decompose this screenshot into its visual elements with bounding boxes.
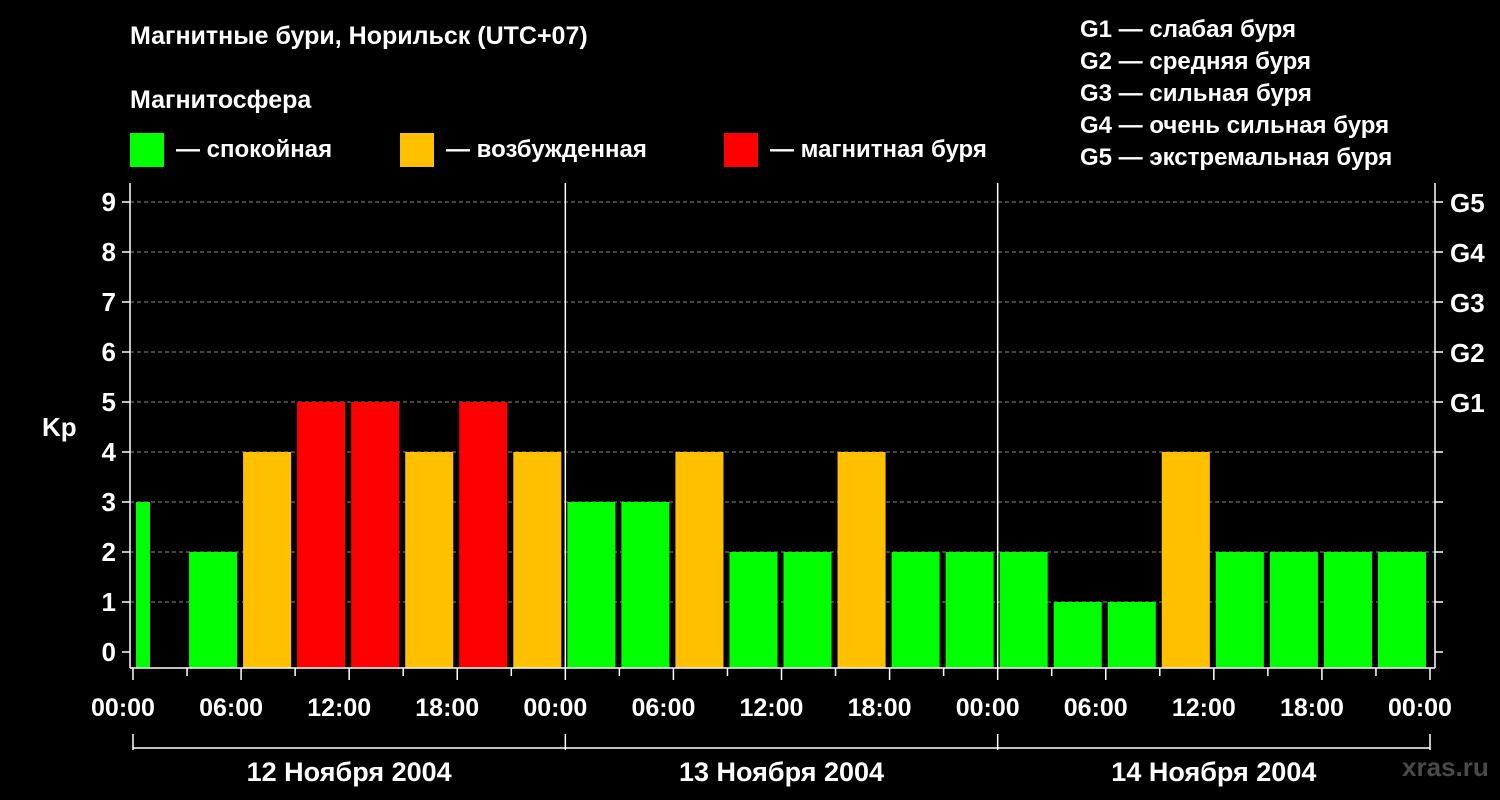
x-tick-label: 18:00 [415, 694, 479, 722]
kp-bar [729, 552, 778, 668]
x-tick-label: 06:00 [631, 694, 695, 722]
kp-bar [675, 452, 724, 668]
y-tick-label: 2 [102, 537, 116, 567]
x-tick-label: 06:00 [199, 694, 263, 722]
day-label: 14 Ноября 2004 [1111, 757, 1316, 787]
x-tick-label: 00:00 [91, 694, 155, 722]
kp-bar [783, 552, 832, 668]
kp-bar [1053, 602, 1102, 668]
x-tick-label: 18:00 [848, 694, 912, 722]
kp-bar-chart: 0 1 2 3 4 5 6 7 8 9 G1 G2 G3 G4 G5 00:00 06:00 12:00 18:00… [91, 183, 1485, 787]
kp-bar [351, 402, 400, 668]
kp-bar [1215, 552, 1264, 668]
day-label: 12 Ноября 2004 [247, 757, 452, 787]
kp-bar [459, 402, 508, 668]
kp-bar [1323, 552, 1372, 668]
g-level-label: G1 [1450, 388, 1485, 418]
y-tick-label: 8 [102, 237, 116, 267]
x-tick-label: 00:00 [956, 694, 1020, 722]
kp-bar [189, 552, 238, 668]
kp-bar [1161, 452, 1210, 668]
x-tick-label: 00:00 [523, 694, 587, 722]
kp-bar [945, 552, 994, 668]
kp-bar [243, 452, 292, 668]
kp-bar [621, 502, 670, 668]
y-tick-label: 6 [102, 337, 116, 367]
kp-bar [999, 552, 1048, 668]
kp-bar [297, 402, 346, 668]
x-tick-label: 12:00 [307, 694, 371, 722]
x-tick-label: 00:00 [1388, 694, 1452, 722]
kp-bar [1107, 602, 1156, 668]
kp-bar [567, 502, 616, 668]
y-tick-label: 3 [102, 487, 116, 517]
kp-bar [513, 452, 562, 668]
kp-bar [837, 452, 886, 668]
x-tick-label: 12:00 [740, 694, 804, 722]
kp-bar [1377, 552, 1426, 668]
kp-bar [405, 452, 454, 668]
x-tick-label: 06:00 [1064, 694, 1128, 722]
kp-bar [136, 502, 150, 668]
g-level-label: G3 [1450, 288, 1485, 318]
y-tick-label: 1 [102, 587, 116, 617]
kp-bar [1269, 552, 1318, 668]
y-tick-label: 4 [102, 437, 117, 467]
y-tick-label: 9 [102, 187, 116, 217]
g-level-label: G2 [1450, 338, 1485, 368]
kp-bar [891, 552, 940, 668]
day-label: 13 Ноября 2004 [679, 757, 884, 787]
g-level-label: G4 [1450, 238, 1485, 268]
y-tick-label: 0 [102, 637, 116, 667]
y-tick-label: 5 [102, 387, 116, 417]
y-tick-label: 7 [102, 287, 116, 317]
watermark: xras.ru [1402, 752, 1489, 782]
x-tick-label: 18:00 [1280, 694, 1344, 722]
x-tick-label: 12:00 [1172, 694, 1236, 722]
g-level-label: G5 [1450, 188, 1485, 218]
